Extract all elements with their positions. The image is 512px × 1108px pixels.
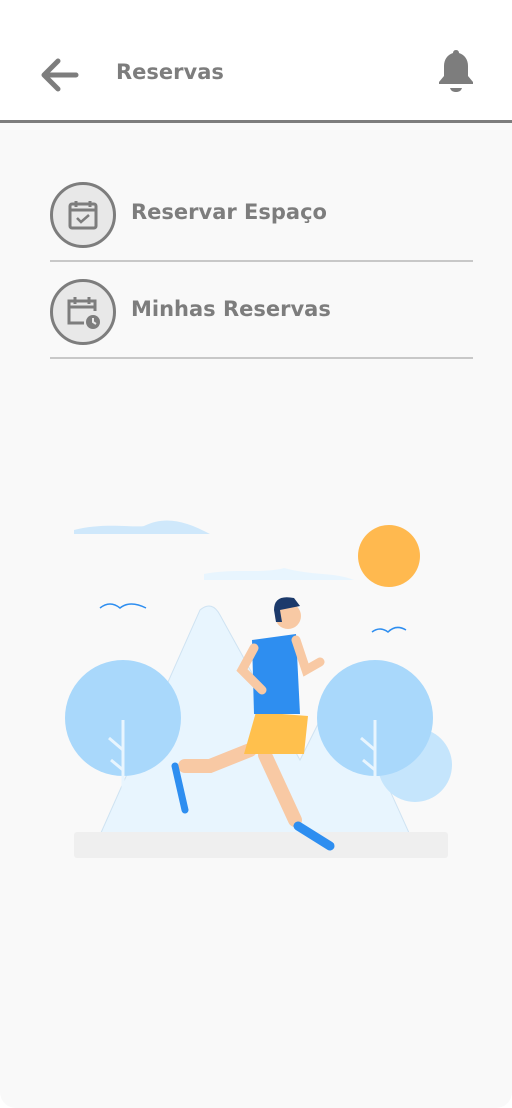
calendar-check-icon xyxy=(50,182,116,248)
menu-item-reservar-espaco[interactable]: Reservar Espaço xyxy=(50,182,473,262)
reservations-screen: Reservas Reservar Espaço Minhas Reservas xyxy=(0,0,512,1108)
page-title: Reservas xyxy=(116,60,224,84)
running-man-illustration xyxy=(65,520,452,858)
menu-item-label: Minhas Reservas xyxy=(131,297,331,321)
arrow-left-icon[interactable] xyxy=(38,55,82,95)
calendar-clock-icon xyxy=(50,279,116,345)
app-header: Reservas xyxy=(0,0,512,123)
bell-icon[interactable] xyxy=(436,48,476,94)
menu-item-minhas-reservas[interactable]: Minhas Reservas xyxy=(50,279,473,359)
menu-item-label: Reservar Espaço xyxy=(131,200,327,224)
